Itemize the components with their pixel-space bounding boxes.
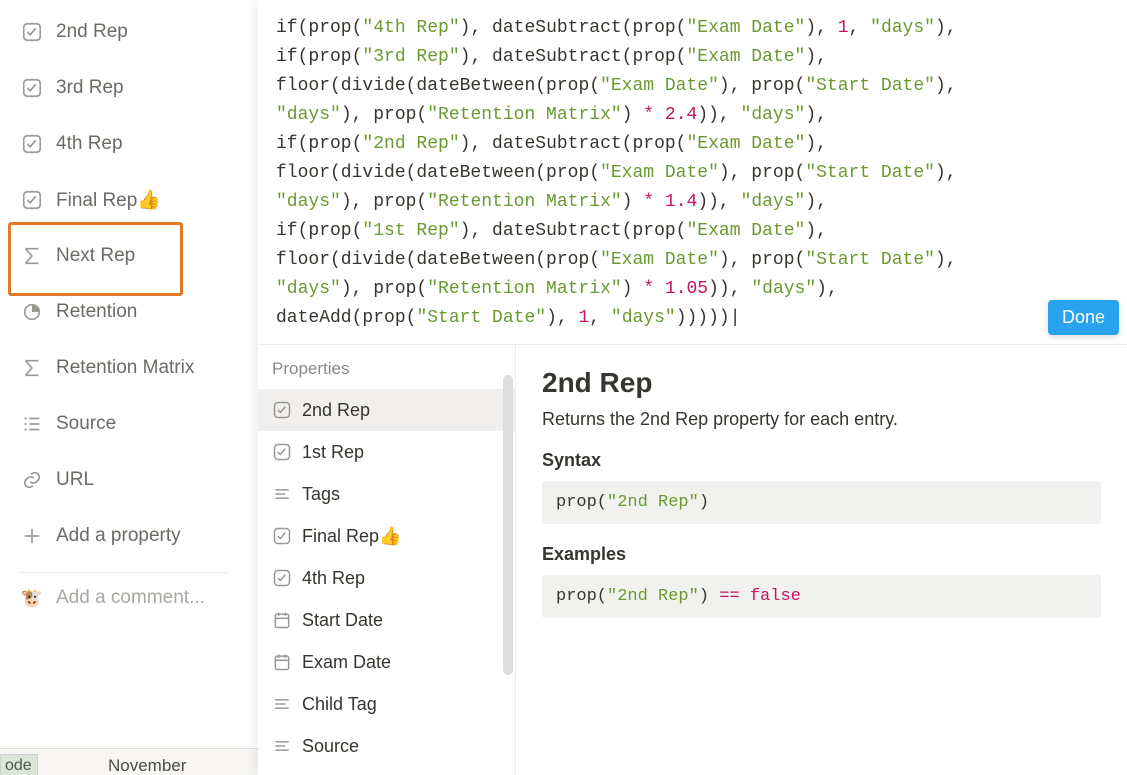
picker-item-label: Tags [302,484,340,505]
checkbox-icon [272,568,302,588]
list-icon [18,413,46,435]
comment-placeholder: Add a comment... [56,587,205,609]
picker-item-label: Start Date [302,610,383,631]
picker-item-4th-rep[interactable]: 4th Rep [258,557,515,599]
avatar: 🐮 [18,588,46,609]
retention-icon [18,301,46,323]
property-label: URL [56,469,94,491]
thumbs-up-emoji: 👍 [137,190,161,211]
detail-example-code: prop("2nd Rep") == false [542,575,1101,618]
picker-item-child-tag[interactable]: Child Tag [258,683,515,725]
separator [18,572,228,573]
property-label: Final Rep👍 [56,188,161,212]
checkbox-icon [18,77,46,99]
property-row-final-rep[interactable]: Final Rep👍 [18,180,258,220]
property-row-retention-matrix[interactable]: Retention Matrix [18,348,258,388]
sigma-icon [18,245,46,267]
picker-item-1st-rep[interactable]: 1st Rep [258,431,515,473]
detail-examples-label: Examples [542,544,1101,565]
property-label: Source [56,413,116,435]
date-icon [272,610,302,630]
property-detail-panel: 2nd Rep Returns the 2nd Rep property for… [516,345,1127,775]
link-icon [18,469,46,491]
picker-item-tags[interactable]: Tags [258,473,515,515]
property-label: 4th Rep [56,133,123,155]
property-label: Retention Matrix [56,357,194,379]
property-row-next-rep[interactable]: Next Rep [18,236,258,276]
property-label: Retention [56,301,137,323]
bg-cell-ode: ode [0,754,38,775]
thumbs-up-emoji: 👍 [379,526,401,546]
add-property-label: Add a property [56,525,181,547]
formula-picker-panel: Properties 2nd Rep 1st Rep Tags Final Rep👍 4… [258,344,1127,775]
property-label: 2nd Rep [56,21,128,43]
property-row-retention[interactable]: Retention [18,292,258,332]
property-row-2nd-rep[interactable]: 2nd Rep [18,12,258,52]
picker-item-label: Exam Date [302,652,391,673]
sigma-icon [18,357,46,379]
picker-item-final-rep[interactable]: Final Rep👍 [258,515,515,557]
comment-input[interactable]: 🐮 Add a comment... [18,587,258,609]
picker-item-source[interactable]: Source [258,725,515,767]
done-button[interactable]: Done [1048,300,1119,335]
property-label: 3rd Rep [56,77,124,99]
page-property-list: 2nd Rep 3rd Rep 4th Rep Final Rep👍 Next Rep R… [0,0,258,609]
checkbox-icon [272,442,302,462]
lines-icon [272,484,302,504]
picker-item-exam-date[interactable]: Exam Date [258,641,515,683]
picker-item-2nd-rep[interactable]: 2nd Rep [258,389,515,431]
picker-item-label: 4th Rep [302,568,365,589]
picker-item-label: Final Rep👍 [302,526,401,547]
formula-code-editor[interactable]: if(prop("4th Rep"), dateSubtract(prop("E… [258,0,1127,347]
checkbox-icon [18,189,46,211]
detail-syntax-code: prop("2nd Rep") [542,481,1101,524]
lines-icon [272,736,302,756]
scrollbar[interactable] [503,375,513,675]
plus-icon [18,525,46,547]
checkbox-icon [18,21,46,43]
picker-item-label: Child Tag [302,694,377,715]
property-row-source[interactable]: Source [18,404,258,444]
detail-description: Returns the 2nd Rep property for each en… [542,409,1101,430]
property-row-3rd-rep[interactable]: 3rd Rep [18,68,258,108]
detail-title: 2nd Rep [542,367,1101,399]
property-label: Next Rep [56,245,135,267]
lines-icon [272,694,302,714]
property-row-4th-rep[interactable]: 4th Rep [18,124,258,164]
date-icon [272,652,302,672]
checkbox-icon [272,400,302,420]
property-row-url[interactable]: URL [18,460,258,500]
property-picker-list: Properties 2nd Rep 1st Rep Tags Final Rep👍 4… [258,345,516,775]
formula-editor-popup: if(prop("4th Rep"), dateSubtract(prop("E… [258,0,1127,775]
checkbox-icon [272,526,302,546]
picker-section-title: Properties [258,345,515,389]
picker-item-label: 2nd Rep [302,400,370,421]
detail-syntax-label: Syntax [542,450,1101,471]
picker-item-label: 1st Rep [302,442,364,463]
picker-item-label: Source [302,736,359,757]
picker-item-start-date[interactable]: Start Date [258,599,515,641]
bg-cell-november: November [108,756,186,775]
checkbox-icon [18,133,46,155]
add-property-button[interactable]: Add a property [18,516,258,556]
